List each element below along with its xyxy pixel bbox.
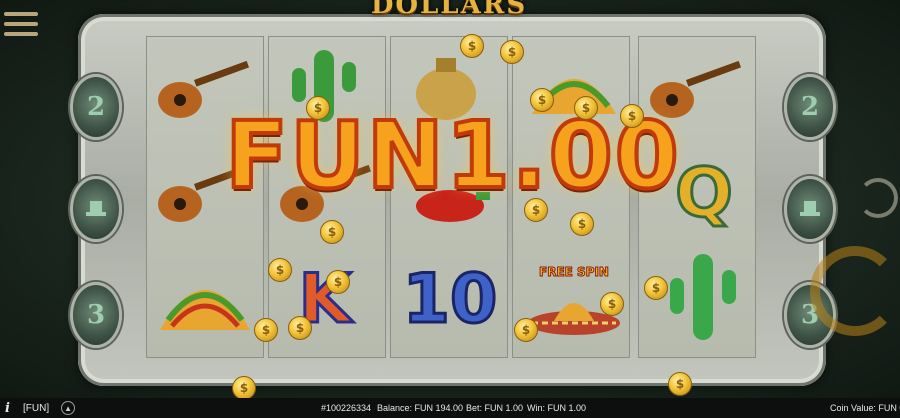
cactus-symbol — [660, 248, 746, 344]
gold-coin: $ — [600, 292, 624, 316]
play-mode-label: [FUN] — [23, 402, 50, 414]
gold-coin: $ — [574, 96, 598, 120]
coin-glyph: $ — [295, 321, 305, 335]
game-stage: 2 3 2 3 DOLLARS K 10 FREE SPIN Q FUN1.00… — [0, 0, 900, 398]
coin-glyph: $ — [467, 39, 477, 53]
coin-glyph: $ — [261, 323, 271, 337]
medallion-left-top: 2 — [70, 74, 122, 140]
coin-glyph: $ — [275, 263, 285, 277]
round-id: #100226334 — [321, 403, 372, 413]
medallion-left-bottom: 3 — [70, 282, 122, 348]
gold-coin: $ — [326, 270, 350, 294]
coin-glyph: $ — [577, 217, 587, 231]
coin-glyph: $ — [537, 93, 547, 107]
gold-coin: $ — [570, 212, 594, 236]
coin-glyph: $ — [607, 297, 617, 311]
free-spin-label: FREE SPIN — [539, 265, 610, 280]
medallion-number: 3 — [86, 300, 106, 330]
medallion-right-top: 2 — [784, 74, 836, 140]
medallion-right-middle — [784, 176, 836, 242]
coin-glyph: $ — [675, 377, 685, 391]
gold-coin: $ — [306, 96, 330, 120]
gold-coin: $ — [254, 318, 278, 342]
cactus-icon — [670, 254, 736, 340]
coin-glyph: $ — [627, 109, 637, 123]
gold-coin: $ — [320, 220, 344, 244]
gold-coin: $ — [644, 276, 668, 300]
coin-glyph: $ — [581, 101, 591, 115]
coin-glyph: $ — [531, 203, 541, 217]
chevron-up-icon[interactable]: ▲ — [61, 401, 76, 415]
gold-coin: $ — [514, 318, 538, 342]
coin-value-display: Coin Value: FUN 0.1 — [830, 403, 900, 413]
number-10-symbol: 10 — [401, 258, 499, 340]
taco-icon — [160, 290, 250, 330]
gold-coin: $ — [232, 376, 256, 398]
hat-icon — [86, 201, 106, 216]
bet-display: Bet: FUN 1.00 — [466, 403, 524, 413]
menu-icon[interactable] — [4, 12, 38, 42]
coin-glyph: $ — [313, 101, 323, 115]
gold-coin: $ — [620, 104, 644, 128]
medallion-number: 2 — [800, 92, 820, 122]
gold-coin: $ — [268, 258, 292, 282]
balance-display: Balance: FUN 194.00 — [377, 403, 464, 413]
coin-glyph: $ — [507, 45, 517, 59]
info-icon[interactable]: i — [5, 401, 17, 416]
coin-glyph: $ — [651, 281, 661, 295]
gold-coin: $ — [500, 40, 524, 64]
status-bar: i [FUN] ▲ #100226334 Balance: FUN 194.00… — [0, 398, 900, 418]
autoplay-arrow-icon[interactable] — [858, 178, 898, 218]
coin-glyph: $ — [333, 275, 343, 289]
gold-coin: $ — [530, 88, 554, 112]
coin-glyph: $ — [521, 323, 531, 337]
hat-icon — [800, 201, 820, 216]
win-display: Win: FUN 1.00 — [527, 403, 587, 413]
gold-coin: $ — [524, 198, 548, 222]
medallion-number: 2 — [86, 92, 106, 122]
coin-glyph: $ — [239, 381, 249, 395]
taco-symbol — [150, 260, 260, 340]
game-logo: DOLLARS — [370, 0, 528, 20]
win-amount-banner: FUN1.00 — [223, 100, 681, 211]
gold-coin: $ — [288, 316, 312, 340]
coin-glyph: $ — [327, 225, 337, 239]
spin-button[interactable] — [810, 246, 900, 336]
gold-coin: $ — [460, 34, 484, 58]
gold-coin: $ — [668, 372, 692, 396]
medallion-left-middle — [70, 176, 122, 242]
